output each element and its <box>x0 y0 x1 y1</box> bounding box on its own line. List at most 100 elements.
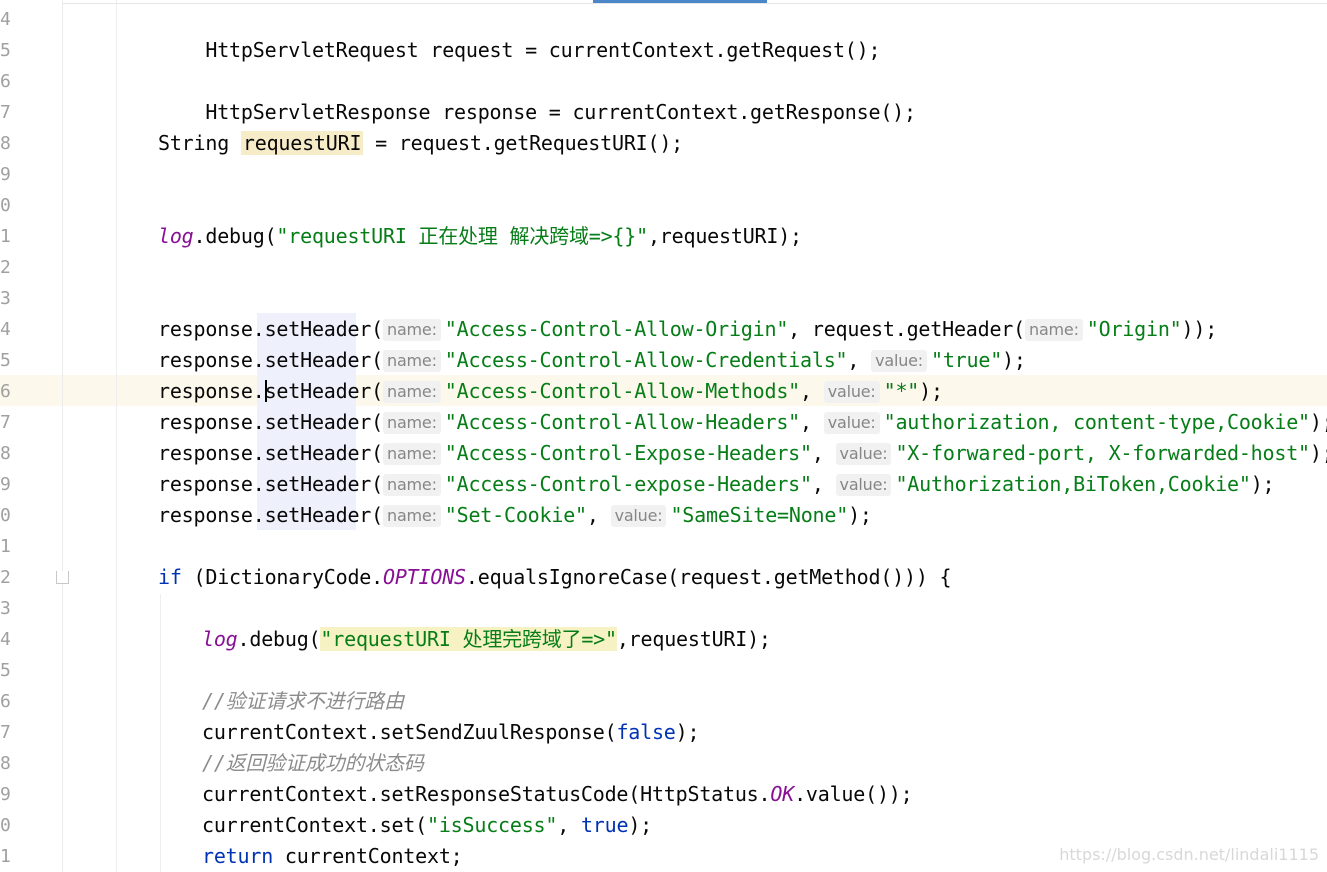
code-text: ( <box>371 503 383 527</box>
code-text: response. <box>158 410 265 434</box>
string-literal: "requestURI 处理完跨域了=>" <box>320 627 617 651</box>
line-number: 7 <box>0 102 11 123</box>
string-literal: "requestURI 正在处理 解决跨域=>{}" <box>276 224 648 248</box>
string-literal: "Origin" <box>1086 317 1182 341</box>
line-number: 4 <box>0 319 11 340</box>
code-line[interactable]: HttpServletResponse response = currentCo… <box>158 66 916 124</box>
code-text: ( <box>371 348 383 372</box>
line-number: 1 <box>0 846 11 867</box>
code-line[interactable]: log.debug("requestURI 正在处理 解决跨域=>{}",req… <box>158 221 802 252</box>
string-literal: "Authorization,BiToken,Cookie" <box>895 472 1251 496</box>
code-text: currentContext.setResponseStatusCode(Htt… <box>202 782 771 806</box>
code-line[interactable]: response.setHeader(name: "Access-Control-… <box>158 438 1327 469</box>
code-text: ); <box>1309 410 1327 434</box>
code-text: ( <box>371 441 383 465</box>
param-hint-value: value: <box>871 350 927 372</box>
code-line[interactable]: if (DictionaryCode.OPTIONS.equalsIgnoreC… <box>158 562 952 593</box>
line-number: 0 <box>0 815 11 836</box>
code-text: response. <box>158 503 265 527</box>
method-name: setHeader <box>264 379 372 403</box>
line-number: 4 <box>0 9 11 30</box>
param-hint-name: name: <box>383 412 441 434</box>
param-hint-name: name: <box>383 443 441 465</box>
code-line[interactable]: response.setHeader(name: "Set-Cookie", va… <box>158 500 872 531</box>
string-literal: "Set-Cookie" <box>444 503 587 527</box>
code-text: , <box>847 348 872 372</box>
line-number: 8 <box>0 443 11 464</box>
code-text: ); <box>675 720 700 744</box>
constant-field: OPTIONS <box>383 565 466 589</box>
line-number: 9 <box>0 474 11 495</box>
keyword: false <box>616 720 676 744</box>
code-text: (DictionaryCode. <box>181 565 384 589</box>
code-line[interactable]: currentContext.setResponseStatusCode(Htt… <box>202 779 913 810</box>
line-number: 4 <box>0 629 11 650</box>
fold-toggle-icon[interactable] <box>56 571 69 584</box>
code-text: HttpServletRequest request = currentCont… <box>205 38 881 62</box>
code-text: ); <box>848 503 872 527</box>
code-text: .debug( <box>193 224 277 248</box>
code-text: , <box>586 503 611 527</box>
code-text: response. <box>158 348 265 372</box>
code-text: , <box>800 410 824 434</box>
code-text: .debug( <box>237 627 321 651</box>
code-text: ); <box>1250 472 1275 496</box>
method-name: setHeader <box>264 503 372 527</box>
param-hint-value: value: <box>823 381 880 403</box>
code-text: .value()); <box>794 782 913 806</box>
code-text: HttpServletResponse response = currentCo… <box>205 100 916 124</box>
log-field: log <box>158 224 194 248</box>
param-hint-name: name: <box>383 381 441 403</box>
method-name: setHeader <box>264 472 372 496</box>
code-text: currentContext; <box>273 844 463 868</box>
line-number: 2 <box>0 567 11 588</box>
code-line[interactable]: response.setHeader(name: "Access-Control-… <box>158 469 1275 500</box>
code-line[interactable]: response.setHeader(name: "Access-Control-… <box>158 376 943 407</box>
string-literal: "X-forwared-port, X-forwarded-host" <box>895 441 1310 465</box>
code-editor[interactable]: 4 5 6 7 8 9 0 1 2 3 4 5 6 7 8 9 0 1 2 3 … <box>0 0 1327 872</box>
watermark: https://blog.csdn.net/lindali1115 <box>1059 845 1319 864</box>
code-text: currentContext.set( <box>202 813 427 837</box>
line-number: 3 <box>0 288 11 309</box>
string-literal: "Access-Control-Expose-Headers" <box>444 441 812 465</box>
method-name: setHeader <box>264 348 372 372</box>
constant-field: OK <box>770 782 795 806</box>
string-literal: "Access-Control-expose-Headers" <box>444 472 812 496</box>
line-number: 8 <box>0 753 11 774</box>
code-text: ,requestURI); <box>616 627 771 651</box>
code-text: , <box>811 441 836 465</box>
line-number: 0 <box>0 195 11 216</box>
line-number: 7 <box>0 722 11 743</box>
keyword: true <box>580 813 629 837</box>
code-text: response. <box>158 379 265 403</box>
code-text: response. <box>158 472 265 496</box>
code-text: ( <box>371 410 383 434</box>
code-text: .equalsIgnoreCase(request.getMethod())) … <box>465 565 952 589</box>
string-literal: "SameSite=None" <box>670 503 849 527</box>
log-field: log <box>202 627 238 651</box>
code-line[interactable]: return currentContext; <box>202 841 463 872</box>
keyword: if <box>158 565 182 589</box>
code-line[interactable]: response.setHeader(name: "Access-Control-… <box>158 345 1026 376</box>
code-text: response. <box>158 317 265 341</box>
code-line[interactable]: log.debug("requestURI 处理完跨域了=>",requestU… <box>202 624 771 655</box>
code-line[interactable]: currentContext.setSendZuulResponse(false… <box>202 717 700 748</box>
code-line[interactable]: HttpServletRequest request = currentCont… <box>158 4 880 62</box>
code-line[interactable]: String requestURI = request.getRequestUR… <box>158 128 683 159</box>
code-line[interactable]: currentContext.set("isSuccess", true); <box>202 810 652 841</box>
code-text: ( <box>371 472 383 496</box>
code-text: ,requestURI); <box>647 224 802 248</box>
code-comment[interactable]: //返回验证成功的状态码 <box>202 748 424 779</box>
code-comment[interactable]: //验证请求不进行路由 <box>202 686 404 717</box>
code-text: , <box>557 813 581 837</box>
code-text: ); <box>1002 348 1026 372</box>
param-hint-name: name: <box>1025 319 1083 341</box>
line-number: 9 <box>0 784 11 805</box>
code-text: String <box>158 131 241 155</box>
param-hint-name: name: <box>383 474 441 496</box>
code-text: currentContext.setSendZuulResponse( <box>202 720 617 744</box>
code-line[interactable]: response.setHeader(name: "Access-Control-… <box>158 314 1217 345</box>
code-text: ); <box>628 813 652 837</box>
code-line[interactable]: response.setHeader(name: "Access-Control-… <box>158 407 1327 438</box>
line-number: 6 <box>0 691 11 712</box>
